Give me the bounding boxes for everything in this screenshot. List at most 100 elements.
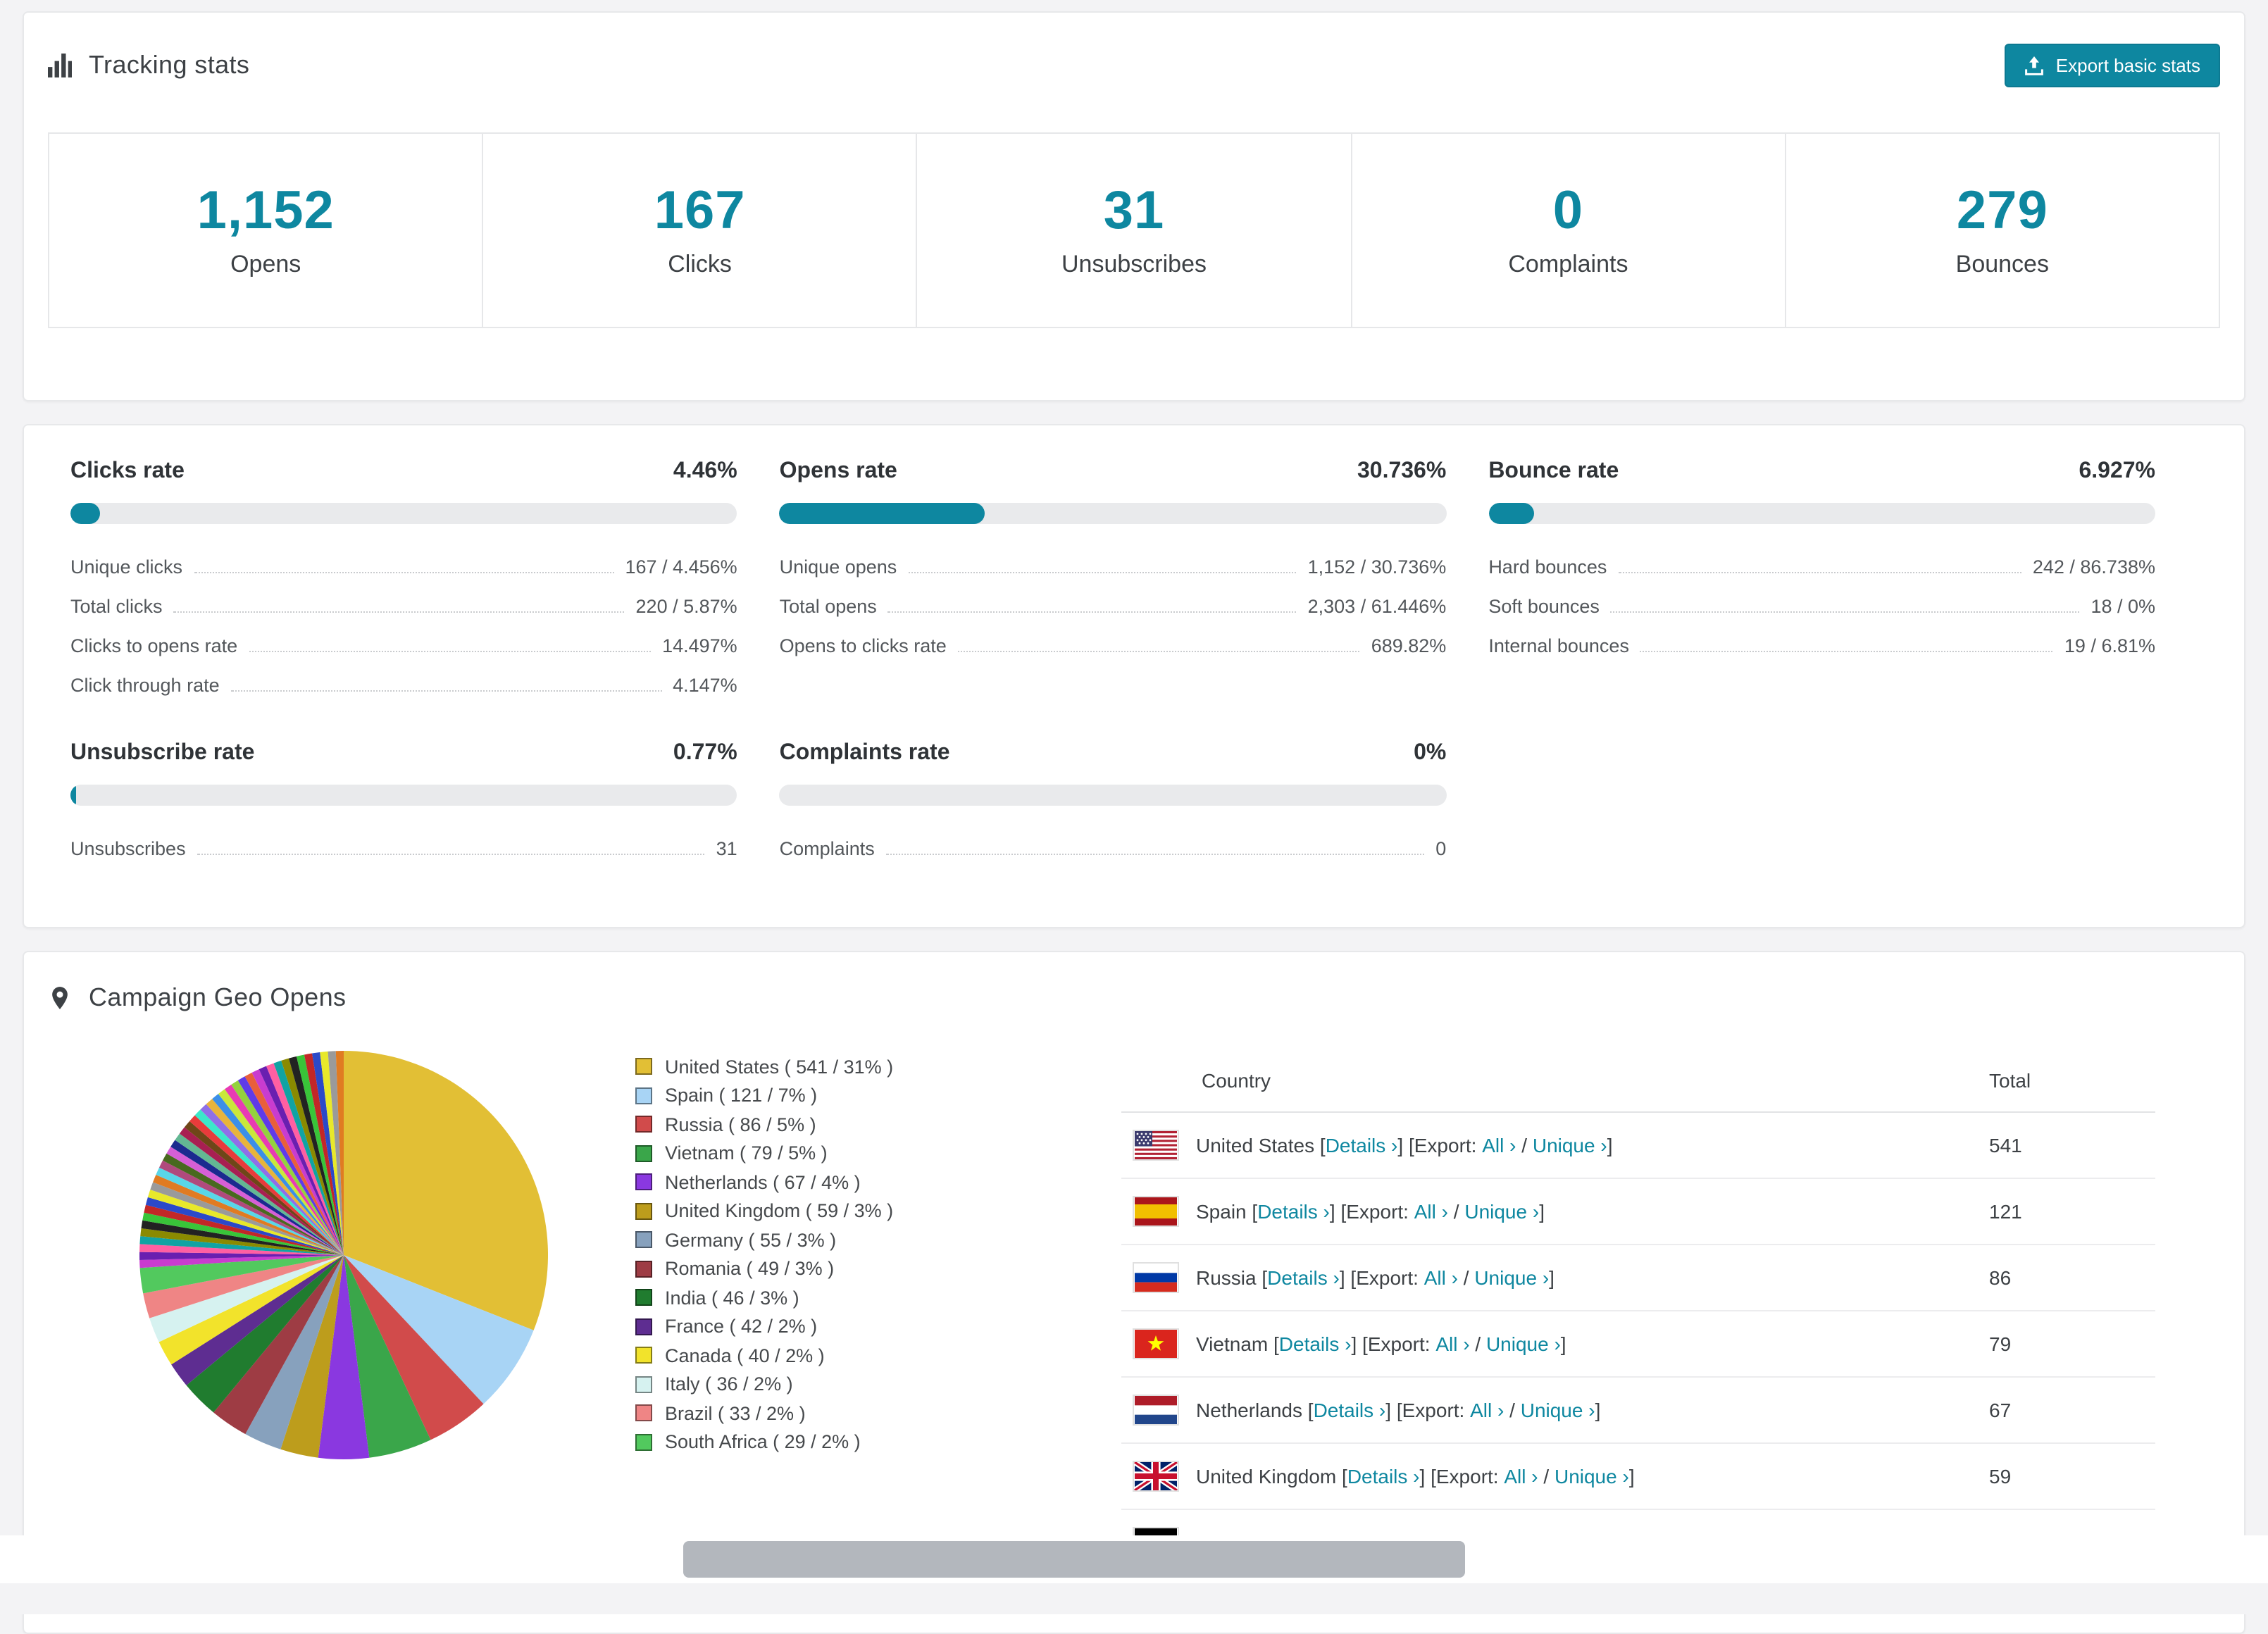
legend-swatch — [635, 1433, 652, 1451]
legend-label: Romania ( 49 / 3% ) — [665, 1258, 835, 1280]
export-all-link[interactable]: All › — [1414, 1200, 1448, 1223]
stat-summary-row: 1,152 Opens 167 Clicks 31 Unsubscribes 0… — [48, 132, 2220, 328]
legend-label: Brazil ( 33 / 2% ) — [665, 1402, 806, 1424]
export-unique-link[interactable]: Unique › — [1474, 1266, 1549, 1289]
clicks-count: 167 — [654, 182, 746, 241]
geo-pie-legend: United States ( 541 / 31% ) Spain ( 121 /… — [635, 1052, 1121, 1457]
export-all-link[interactable]: All › — [1504, 1465, 1538, 1488]
dotted-leader — [197, 853, 705, 854]
stat-line: Unique opens 1,152 / 30.736% — [780, 547, 1447, 586]
stat-line: Soft bounces 18 / 0% — [1488, 586, 2155, 625]
stat-line-value: 2,303 / 61.446% — [1307, 595, 1447, 616]
export-unique-link[interactable]: Unique › — [1533, 1134, 1607, 1156]
stat-line-label: Unsubscribes — [70, 837, 186, 859]
legend-item: United States ( 541 / 31% ) — [635, 1052, 1121, 1081]
stat-line-value: 0 — [1435, 837, 1447, 859]
stat-box-opens: 1,152 Opens — [49, 134, 484, 327]
legend-label: Italy ( 36 / 2% ) — [665, 1373, 793, 1395]
legend-item: France ( 42 / 2% ) — [635, 1312, 1121, 1341]
stat-line: Total clicks 220 / 5.87% — [70, 586, 737, 625]
country-name: Netherlands — [1196, 1399, 1302, 1421]
us-flag-icon — [1133, 1130, 1179, 1161]
export-all-link[interactable]: All › — [1435, 1333, 1469, 1355]
legend-item: Canada ( 40 / 2% ) — [635, 1341, 1121, 1370]
legend-item: Netherlands ( 67 / 4% ) — [635, 1168, 1121, 1197]
country-total: 86 — [1989, 1245, 2155, 1311]
export-all-link[interactable]: All › — [1424, 1266, 1458, 1289]
details-link[interactable]: Details › — [1326, 1134, 1398, 1156]
legend-item: Germany ( 55 / 3% ) — [635, 1226, 1121, 1254]
export-basic-stats-label: Export basic stats — [2055, 55, 2200, 76]
tracking-stats-title: Tracking stats — [89, 51, 250, 79]
details-link[interactable]: Details › — [1314, 1399, 1386, 1421]
geo-title: Campaign Geo Opens — [89, 983, 347, 1011]
export-all-link[interactable]: All › — [1470, 1399, 1504, 1421]
stat-line-value: 31 — [716, 837, 737, 859]
ru-flag-icon — [1133, 1262, 1179, 1293]
stat-line-value: 242 / 86.738% — [2032, 556, 2155, 577]
unsubscribe-rate-title: Unsubscribe rate — [70, 741, 255, 765]
opens-count: 1,152 — [197, 182, 335, 241]
opens-rate-progressbar — [779, 503, 1447, 524]
tracking-stats-header: Tracking stats Export basic stats — [48, 44, 2220, 87]
legend-item: United Kingdom ( 59 / 3% ) — [635, 1197, 1121, 1226]
details-link[interactable]: Details › — [1267, 1266, 1340, 1289]
dotted-leader — [230, 690, 662, 691]
legend-item: Brazil ( 33 / 2% ) — [635, 1399, 1121, 1428]
opens-rate-title: Opens rate — [779, 459, 897, 483]
export-unique-link[interactable]: Unique › — [1486, 1333, 1561, 1355]
legend-swatch — [635, 1116, 652, 1133]
legend-label: India ( 46 / 3% ) — [665, 1287, 799, 1309]
dotted-leader — [249, 650, 652, 651]
clicks-rate-value: 4.46% — [673, 459, 737, 483]
export-all-link[interactable]: All › — [1482, 1134, 1516, 1156]
legend-swatch — [635, 1289, 652, 1306]
clicks-rate-progress-fill — [70, 503, 101, 524]
stat-line: Hard bounces 242 / 86.738% — [1488, 547, 2155, 586]
unsubscribe-rate-panel: Unsubscribe rate 0.77% Unsubscribes 31 — [70, 738, 737, 868]
unsubscribe-rate-progressbar — [70, 785, 737, 806]
bounce-rate-panel: Bounce rate 6.927% Hard bounces 242 / 86.… — [1488, 456, 2155, 704]
nl-flag-icon — [1133, 1395, 1179, 1426]
unsubscribes-count: 31 — [1103, 182, 1165, 241]
country-name: United Kingdom — [1196, 1465, 1337, 1488]
legend-swatch — [635, 1202, 652, 1220]
export-unique-link[interactable]: Unique › — [1521, 1399, 1595, 1421]
dotted-leader — [908, 571, 1297, 573]
gb-flag-icon — [1133, 1461, 1179, 1492]
clicks-rate-title: Clicks rate — [70, 459, 185, 483]
stat-line-value: 689.82% — [1371, 635, 1447, 656]
stat-line-value: 220 / 5.87% — [635, 595, 737, 616]
stat-line-label: Complaints — [779, 837, 875, 859]
stat-line-value: 167 / 4.456% — [625, 556, 737, 577]
horizontal-scrollbar-thumb[interactable] — [683, 1541, 1465, 1578]
legend-label: Spain ( 121 / 7% ) — [665, 1085, 818, 1106]
stat-line: Unsubscribes 31 — [70, 828, 737, 868]
country-total: 67 — [1989, 1377, 2155, 1444]
complaints-count: 0 — [1552, 182, 1584, 241]
geo-table-row: Netherlands [Details ›] [Export: All › /… — [1121, 1377, 2155, 1444]
details-link[interactable]: Details › — [1279, 1333, 1352, 1355]
page: Tracking stats Export basic stats 1,152 … — [0, 0, 2268, 1634]
legend-label: Germany ( 55 / 3% ) — [665, 1229, 837, 1251]
stat-line-value: 1,152 / 30.736% — [1307, 556, 1447, 577]
complaints-label: Complaints — [1508, 251, 1628, 277]
dotted-leader — [1618, 571, 2021, 573]
campaign-geo-opens-card: Campaign Geo Opens United States ( 541 /… — [23, 951, 2245, 1634]
complaints-rate-value: 0% — [1414, 741, 1447, 765]
export-unique-link[interactable]: Unique › — [1554, 1465, 1629, 1488]
export-basic-stats-button[interactable]: Export basic stats — [2005, 44, 2220, 87]
stat-line: Opens to clicks rate 689.82% — [780, 625, 1447, 665]
export-unique-link[interactable]: Unique › — [1464, 1200, 1539, 1223]
clicks-label: Clicks — [668, 251, 732, 277]
geo-table-row: Russia [Details ›] [Export: All › / Uniq… — [1121, 1245, 2155, 1311]
details-link[interactable]: Details › — [1347, 1465, 1420, 1488]
dotted-leader — [194, 571, 614, 573]
details-link[interactable]: Details › — [1257, 1200, 1330, 1223]
legend-item: India ( 46 / 3% ) — [635, 1283, 1121, 1312]
geo-table-row: Spain [Details ›] [Export: All › / Uniqu… — [1121, 1178, 2155, 1245]
opens-rate-panel: Opens rate 30.736% Unique opens 1,152 / 3… — [779, 456, 1447, 704]
bounces-count: 279 — [1956, 182, 2048, 241]
bounce-rate-value: 6.927% — [2079, 459, 2155, 483]
bounce-rate-progress-fill — [1488, 503, 1535, 524]
